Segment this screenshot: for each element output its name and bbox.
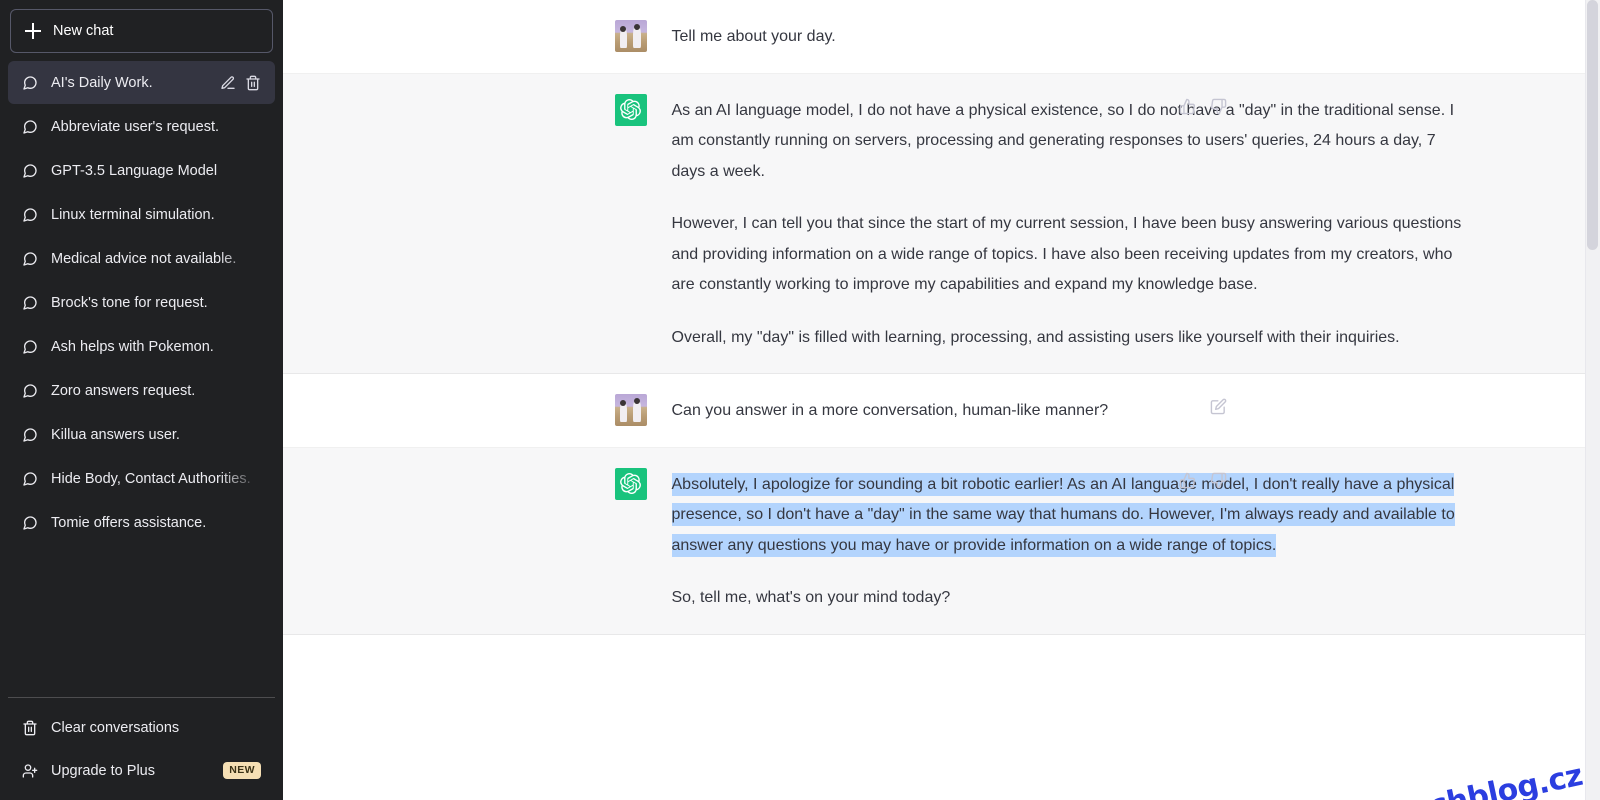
sidebar-item-hide-body-contact-authorities[interactable]: Hide Body, Contact Authorities. <box>8 457 275 500</box>
message-paragraph-selected: Absolutely, I apologize for sounding a b… <box>671 470 1467 562</box>
thumbs-up-icon[interactable] <box>1177 470 1198 496</box>
chat-main: Tell me about your day. As an AI languag… <box>283 0 1600 800</box>
message-paragraph: So, tell me, what's on your mind today? <box>671 589 951 606</box>
clear-conversations-label: Clear conversations <box>51 719 180 736</box>
sidebar-item-brocks-tone-for-request[interactable]: Brock's tone for request. <box>8 281 275 324</box>
chat-bubble-icon <box>22 471 38 487</box>
scrollbar-thumb[interactable] <box>1587 0 1598 250</box>
chat-bubble-icon <box>22 339 38 355</box>
edit-icon[interactable] <box>220 75 236 91</box>
message-paragraph: Tell me about your day. <box>671 28 836 45</box>
message-content: Can you answer in a more conversation, h… <box>672 394 1467 427</box>
chatgpt-app: New chat AI's Daily Work. Abbreviate use… <box>0 0 1600 800</box>
message-actions <box>1177 470 1229 496</box>
sidebar-item-label: Tomie offers assistance. <box>51 514 207 531</box>
sidebar-item-label: Abbreviate user's request. <box>51 118 219 135</box>
thumbs-up-icon[interactable] <box>1177 96 1198 122</box>
clear-conversations-button[interactable]: Clear conversations <box>8 706 275 749</box>
chat-bubble-icon <box>22 207 38 223</box>
conversation-list: AI's Daily Work. Abbreviate user's reque… <box>8 61 275 691</box>
message-paragraph: Can you answer in a more conversation, h… <box>671 402 1109 419</box>
message-content: As an AI language model, I do not have a… <box>672 94 1467 354</box>
sidebar-item-label: Medical advice not available. <box>51 250 237 267</box>
message-row-user: Tell me about your day. <box>283 0 1600 74</box>
sidebar-item-label: Ash helps with Pokemon. <box>51 338 214 355</box>
message-content: Absolutely, I apologize for sounding a b… <box>671 468 1467 614</box>
openai-logo-icon <box>614 93 647 126</box>
thumbs-down-icon[interactable] <box>1208 96 1229 122</box>
sidebar-item-label: Hide Body, Contact Authorities. <box>51 470 251 487</box>
user-plus-icon <box>22 763 38 779</box>
plus-icon <box>25 23 41 39</box>
sidebar-item-ais-daily-work[interactable]: AI's Daily Work. <box>8 61 275 104</box>
chat-bubble-icon <box>22 427 38 443</box>
message-paragraph: Overall, my "day" is filled with learnin… <box>671 328 1400 346</box>
sidebar-item-linux-terminal-simulation[interactable]: Linux terminal simulation. <box>8 193 275 236</box>
upgrade-to-plus-label: Upgrade to Plus <box>51 762 155 779</box>
chat-bubble-icon <box>22 75 38 91</box>
chat-bubble-icon <box>22 515 38 531</box>
message-row-assistant: Absolutely, I apologize for sounding a b… <box>283 447 1600 635</box>
thumbs-down-icon[interactable] <box>1208 470 1229 496</box>
sidebar-item-gpt-35-language-model[interactable]: GPT-3.5 Language Model <box>8 149 275 192</box>
sidebar-item-label: Brock's tone for request. <box>51 294 208 311</box>
sidebar-item-label: Zoro answers request. <box>51 382 196 399</box>
conversation-actions <box>220 75 261 91</box>
openai-logo-icon <box>614 467 647 500</box>
sidebar-item-zoro-answers-request[interactable]: Zoro answers request. <box>8 369 275 412</box>
message-paragraph: However, I can tell you that since the s… <box>671 215 1462 293</box>
selected-text: Absolutely, I apologize for sounding a b… <box>671 472 1455 557</box>
message-row-user: Can you answer in a more conversation, h… <box>283 374 1600 448</box>
chat-bubble-icon <box>22 295 38 311</box>
chat-bubble-icon <box>22 163 38 179</box>
message-row-assistant: As an AI language model, I do not have a… <box>283 73 1600 374</box>
chat-bubble-icon <box>22 251 38 267</box>
sidebar-item-medical-advice-not-available[interactable]: Medical advice not available. <box>8 237 275 280</box>
watermark: etechblog.cz <box>1374 757 1586 800</box>
trash-icon <box>22 720 38 736</box>
sidebar-item-label: Killua answers user. <box>51 426 180 443</box>
message-actions <box>1177 96 1229 122</box>
sidebar-item-label: Linux terminal simulation. <box>51 206 215 223</box>
new-chat-label: New chat <box>53 23 114 39</box>
message-actions <box>1208 396 1229 422</box>
sidebar-item-label: GPT-3.5 Language Model <box>51 162 218 179</box>
upgrade-to-plus-button[interactable]: Upgrade to Plus NEW <box>8 749 275 792</box>
new-chat-button[interactable]: New chat <box>10 9 273 53</box>
scrollbar[interactable] <box>1585 0 1600 800</box>
user-avatar <box>614 394 647 426</box>
sidebar-item-abbreviate-users-request[interactable]: Abbreviate user's request. <box>8 105 275 148</box>
chat-bubble-icon <box>22 119 38 135</box>
sidebar-item-ash-helps-with-pokemon[interactable]: Ash helps with Pokemon. <box>8 325 275 368</box>
message-paragraph: As an AI language model, I do not have a… <box>671 101 1455 180</box>
sidebar-item-tomie-offers-assistance[interactable]: Tomie offers assistance. <box>8 501 275 544</box>
user-avatar <box>614 20 647 52</box>
sidebar-item-label: AI's Daily Work. <box>51 74 153 91</box>
chat-bubble-icon <box>22 383 38 399</box>
sidebar-item-killua-answers-user[interactable]: Killua answers user. <box>8 413 275 456</box>
sidebar-footer: Clear conversations Upgrade to Plus NEW <box>8 697 275 792</box>
edit-icon[interactable] <box>1208 396 1229 422</box>
sidebar: New chat AI's Daily Work. Abbreviate use… <box>0 0 283 800</box>
new-badge: NEW <box>223 762 261 779</box>
message-content: Tell me about your day. <box>672 20 1467 53</box>
delete-icon[interactable] <box>245 75 261 91</box>
